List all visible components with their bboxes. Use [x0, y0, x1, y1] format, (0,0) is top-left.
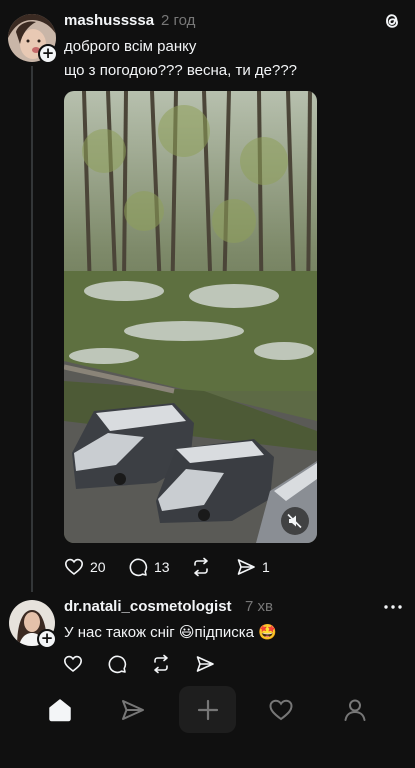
like-button[interactable] [63, 654, 83, 674]
likes-count: 20 [90, 559, 106, 575]
more-dots-icon[interactable] [383, 603, 403, 611]
heart-icon [64, 558, 84, 576]
repost-icon [194, 557, 208, 577]
follow-plus-icon[interactable]: + [37, 629, 57, 649]
like-button[interactable]: 20 [64, 557, 106, 577]
shares-count: 1 [262, 559, 270, 575]
heart-icon [63, 655, 83, 673]
comment-icon [129, 558, 148, 577]
comment-icon [108, 655, 127, 674]
home-icon [49, 699, 71, 722]
send-icon [122, 700, 144, 720]
speaker-muted-icon [287, 513, 302, 529]
share-button[interactable]: 1 [236, 557, 270, 577]
reply-button[interactable]: 13 [128, 557, 170, 577]
post-time: 2 год [161, 12, 196, 29]
nav-profile[interactable] [331, 686, 379, 734]
send-icon [237, 559, 255, 575]
nav-home[interactable] [36, 686, 84, 734]
post-time: 7 хв [245, 598, 273, 615]
snowy-parking-photo [64, 91, 317, 543]
reply-button[interactable] [107, 654, 127, 674]
post-text-line-2: що з погодою??? весна, ти де??? [64, 62, 298, 79]
share-button[interactable] [195, 654, 215, 674]
post-text-line-1: доброго всім ранку [64, 38, 197, 55]
profile-icon [344, 699, 366, 721]
post-video[interactable] [64, 91, 317, 543]
nav-activity[interactable] [257, 686, 305, 734]
bottom-nav [0, 680, 415, 740]
nav-create[interactable] [179, 686, 236, 733]
repost-button[interactable] [191, 557, 211, 577]
thread-line [31, 66, 33, 592]
follow-plus-icon[interactable]: + [38, 44, 58, 64]
threads-logo-icon [386, 14, 398, 28]
send-icon [196, 656, 214, 672]
username[interactable]: dr.natali_cosmetologist [64, 598, 232, 615]
username[interactable]: mashussssa [64, 12, 154, 29]
replies-count: 13 [154, 559, 170, 575]
plus-icon [197, 699, 218, 720]
post-text: У нас також сніг 😃підписка 🤩 [64, 624, 277, 641]
repost-button[interactable] [151, 654, 171, 674]
mute-button[interactable] [281, 507, 309, 535]
heart-icon [269, 699, 293, 721]
repost-icon [154, 654, 168, 674]
nav-send[interactable] [109, 686, 157, 734]
